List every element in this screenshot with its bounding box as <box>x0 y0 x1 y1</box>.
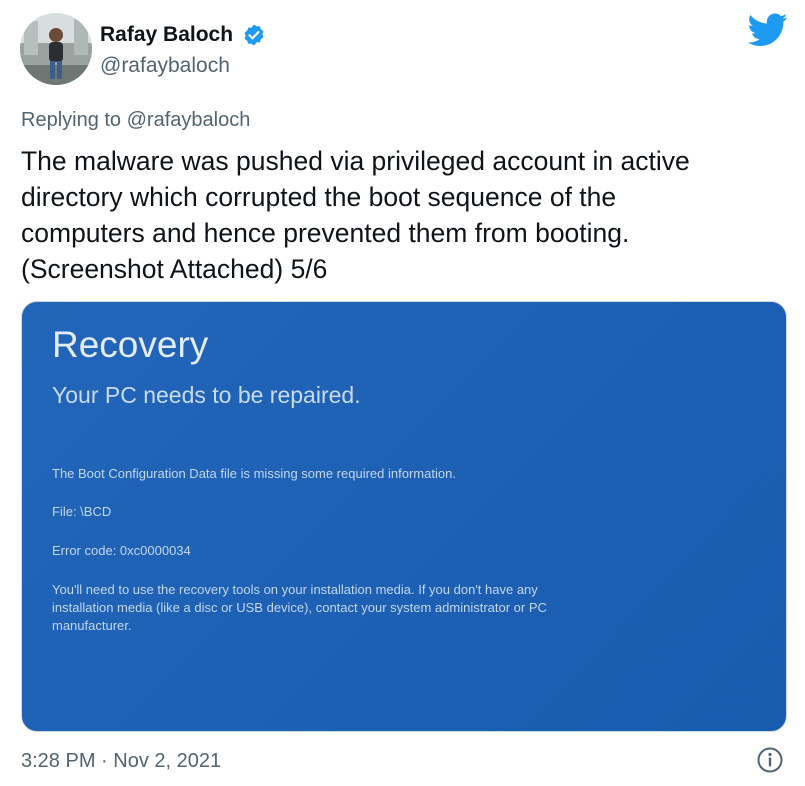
tweet-text-line: The malware was pushed via privileged ac… <box>21 146 690 176</box>
replying-to[interactable]: Replying to @rafaybaloch <box>21 107 250 133</box>
recovery-instructions-line: installation media (like a disc or USB d… <box>52 600 547 615</box>
recovery-error-code: Error code: 0xc0000034 <box>52 543 191 558</box>
tweet-timestamp[interactable]: 3:28 PM · Nov 2, 2021 <box>21 748 221 774</box>
verified-badge-icon <box>244 24 264 46</box>
tweet-text-line: computers and hence prevented them from … <box>21 218 630 248</box>
tweet-card: Rafay Baloch @rafaybaloch Replying to @r… <box>0 0 805 786</box>
twitter-bird-icon[interactable] <box>748 12 788 48</box>
author-name[interactable]: Rafay Baloch <box>100 22 233 48</box>
tweet-text-line: (Screenshot Attached) 5/6 <box>21 254 328 284</box>
author-handle[interactable]: @rafaybaloch <box>100 53 230 79</box>
recovery-instructions-line: manufacturer. <box>52 618 132 633</box>
recovery-file-line: File: \BCD <box>52 504 112 519</box>
profile-photo <box>20 13 92 85</box>
avatar[interactable] <box>20 13 92 85</box>
recovery-instructions-line: You'll need to use the recovery tools on… <box>52 582 538 597</box>
recovery-message-line: The Boot Configuration Data file is miss… <box>52 466 456 481</box>
recovery-subtitle: Your PC needs to be repaired. <box>52 382 361 408</box>
recovery-title: Recovery <box>52 324 209 365</box>
info-icon[interactable] <box>756 746 784 774</box>
attached-screenshot[interactable]: Recovery Your PC needs to be repaired. T… <box>21 301 787 732</box>
tweet-text-line: directory which corrupted the boot seque… <box>21 182 617 212</box>
tweet-text: The malware was pushed via privileged ac… <box>21 143 791 287</box>
